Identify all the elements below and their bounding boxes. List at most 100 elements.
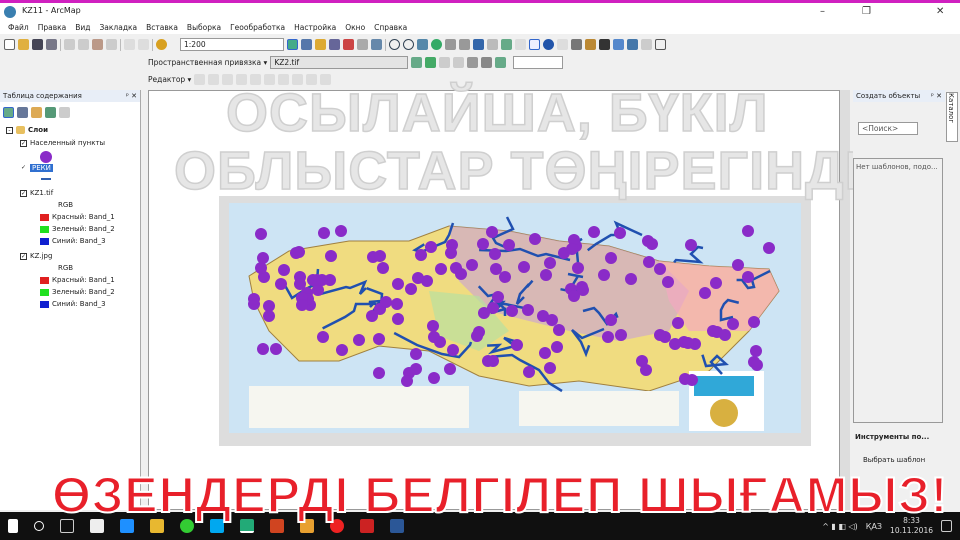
georeferencing-menu[interactable]: Пространственная привязка ▾	[148, 58, 267, 67]
settlement-point	[487, 355, 499, 367]
layer-name[interactable]: Населенный пункты	[30, 139, 105, 147]
print-icon[interactable]	[46, 39, 57, 50]
minimize-button[interactable]: –	[820, 6, 825, 17]
toc-pin-close[interactable]: ᵖ ✕	[126, 92, 137, 100]
panel-pin-close[interactable]: ᵖ ✕	[931, 92, 942, 100]
layer-name[interactable]: KZ.jpg	[30, 252, 52, 260]
construction-tools-text: Выбрать шаблон	[863, 456, 926, 464]
viewer-window-icon[interactable]	[655, 39, 666, 50]
select-features-icon[interactable]	[501, 39, 512, 50]
fixed-zoom-out-icon[interactable]	[459, 39, 470, 50]
list-by-visibility-icon[interactable]	[31, 107, 42, 118]
zoom-in-icon[interactable]	[389, 39, 400, 50]
catalog-icon[interactable]	[315, 39, 326, 50]
menu-edit[interactable]: Правка	[38, 23, 67, 32]
time-slider-icon[interactable]	[641, 39, 652, 50]
tools-icon[interactable]	[495, 57, 507, 68]
maximize-button[interactable]: ❐	[862, 6, 871, 17]
save-icon[interactable]	[32, 39, 43, 50]
undo-icon[interactable]	[124, 39, 135, 50]
menu-file[interactable]: Файл	[8, 23, 29, 32]
menu-customize[interactable]: Настройка	[294, 23, 336, 32]
settlement-point	[366, 310, 378, 322]
menu-insert[interactable]: Вставка	[146, 23, 178, 32]
arctoolbox-icon[interactable]	[343, 39, 354, 50]
settlement-point	[318, 227, 330, 239]
select-elements-icon[interactable]	[529, 39, 540, 50]
layer-checkbox[interactable]: ✓	[20, 139, 27, 147]
options-icon[interactable]	[59, 107, 70, 118]
edit-tool-icon[interactable]	[194, 74, 206, 85]
editor-toolbar-icon[interactable]	[287, 39, 298, 50]
link-table-icon[interactable]	[467, 57, 479, 68]
settlement-point	[572, 262, 584, 274]
menu-help[interactable]: Справка	[374, 23, 407, 32]
back-icon[interactable]	[473, 39, 484, 50]
list-by-drawing-order-icon[interactable]	[3, 107, 14, 118]
new-icon[interactable]	[4, 39, 15, 50]
find-icon[interactable]	[599, 39, 610, 50]
menu-windows[interactable]: Окно	[345, 23, 365, 32]
pan-icon[interactable]	[417, 39, 428, 50]
layer-name-selected[interactable]: РЕКИ	[30, 164, 53, 172]
close-button[interactable]: ✕	[936, 6, 944, 17]
zoom-out-icon[interactable]	[403, 39, 414, 50]
menu-selection[interactable]: Выборка	[187, 23, 221, 32]
settlement-point	[540, 269, 552, 281]
html-popup-icon[interactable]	[571, 39, 582, 50]
layer-checkbox[interactable]: ✓	[20, 164, 27, 172]
open-icon[interactable]	[18, 39, 29, 50]
viewer-icon[interactable]	[481, 57, 493, 68]
menu-geoprocessing[interactable]: Геообработка	[230, 23, 285, 32]
rotate-icon[interactable]	[411, 57, 423, 68]
layer-checkbox[interactable]: ✓	[20, 252, 27, 260]
identify-icon[interactable]	[543, 39, 554, 50]
python-icon[interactable]	[357, 39, 368, 50]
settlement-point	[544, 257, 556, 269]
settlement-point	[377, 262, 389, 274]
clear-selection-icon[interactable]	[515, 39, 526, 50]
hyperlink-icon[interactable]	[557, 39, 568, 50]
layer-name[interactable]: KZ1.tif	[30, 189, 53, 197]
copy-icon[interactable]	[78, 39, 89, 50]
model-builder-icon[interactable]	[371, 39, 382, 50]
list-by-selection-icon[interactable]	[45, 107, 56, 118]
list-by-source-icon[interactable]	[17, 107, 28, 118]
catalog-tab-label[interactable]: Каталог	[947, 93, 955, 123]
search-window-icon[interactable]	[329, 39, 340, 50]
full-extent-icon[interactable]	[431, 39, 442, 50]
georef-layer-select[interactable]: KZ2.tif	[270, 56, 409, 69]
layers-root[interactable]: Слои	[28, 126, 48, 134]
editor-menu[interactable]: Редактор ▾	[148, 75, 191, 84]
settlement-point	[410, 348, 422, 360]
route-icon[interactable]	[613, 39, 624, 50]
forward-icon[interactable]	[487, 39, 498, 50]
settlement-point	[278, 264, 290, 276]
start-icon[interactable]	[8, 519, 18, 533]
georef-text-input[interactable]	[513, 56, 564, 69]
menu-bookmarks[interactable]: Закладка	[100, 23, 138, 32]
toc-window-icon[interactable]	[301, 39, 312, 50]
collapse-icon[interactable]: -	[6, 126, 13, 134]
delete-icon[interactable]	[106, 39, 117, 50]
paste-icon[interactable]	[92, 39, 103, 50]
menu-view[interactable]: Вид	[75, 23, 90, 32]
cut-icon[interactable]	[64, 39, 75, 50]
template-search-input[interactable]: <Поиск>	[858, 122, 918, 135]
edit-annotation-icon[interactable]	[208, 74, 220, 85]
add-control-points-icon[interactable]	[425, 57, 437, 68]
settlement-point	[588, 226, 600, 238]
scale-tool-icon[interactable]	[453, 57, 465, 68]
scale-input[interactable]: 1:200	[180, 38, 284, 51]
redo-icon[interactable]	[138, 39, 149, 50]
search-icon[interactable]	[34, 521, 44, 531]
go-to-xy-icon[interactable]	[627, 39, 638, 50]
construction-tools-title: Инструменты по...	[855, 433, 930, 441]
window-title: KZ11 - ArcMap	[22, 6, 81, 15]
add-data-icon[interactable]	[156, 39, 167, 50]
shift-icon[interactable]	[439, 57, 451, 68]
layer-checkbox[interactable]: ✓	[20, 189, 27, 197]
catalog-side-tab[interactable]: Каталог	[946, 92, 958, 142]
measure-icon[interactable]	[585, 39, 596, 50]
fixed-zoom-in-icon[interactable]	[445, 39, 456, 50]
